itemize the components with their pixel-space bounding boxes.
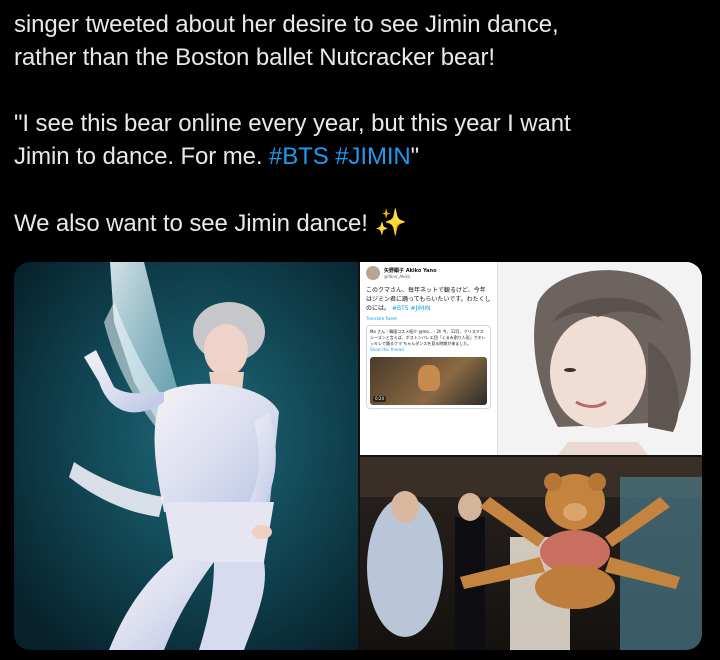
tweet-quote-end: " (410, 143, 420, 170)
screenshot-and-portrait[interactable]: 矢野顕子 Akiko Yano @Yano_Akiko このクマさん、毎年ネット… (360, 262, 702, 455)
embedded-tweet-body: このクマさん、毎年ネットで観るけど、今年はジミン君に踊ってもらいたいです。わたく… (366, 286, 491, 313)
translate-link: Translate Tweet (366, 316, 397, 321)
hashtag-jimin-link[interactable]: #JIMIN (335, 143, 411, 170)
embedded-tweet-header: 矢野顕子 Akiko Yano @Yano_Akiko (366, 266, 491, 280)
tweet-closing-text: We also want to see Jimin dance! (14, 210, 375, 237)
photo-dancer[interactable] (14, 262, 358, 650)
embedded-quote-text: Mo さん｜韓国コスメ紹介 @mo... · 2h 今、12月、クリスマスシーズ… (370, 329, 486, 346)
photo-nutcracker-bear[interactable] (360, 457, 702, 650)
sparkles-icon: ✨ (374, 207, 407, 237)
media-grid: 矢野顕子 Akiko Yano @Yano_Akiko このクマさん、毎年ネット… (14, 262, 702, 650)
tweet-quote-line-1: "I see this bear online every year, but … (14, 110, 571, 137)
embedded-tweet-name: 矢野顕子 Akiko Yano (384, 267, 437, 274)
show-thread-link: Show this thread (370, 347, 404, 352)
hashtag-bts-link[interactable]: #BTS (269, 143, 329, 170)
singer-portrait (498, 262, 702, 455)
tweet-closing-line: We also want to see Jimin dance! ✨ (14, 206, 704, 240)
avatar (366, 266, 380, 280)
tweet-line-2: rather than the Boston ballet Nutcracker… (14, 44, 496, 71)
dancer-image (14, 262, 358, 650)
embedded-tweet-tags: #BTS #JIMIN (391, 305, 431, 312)
embedded-tweet: 矢野顕子 Akiko Yano @Yano_Akiko このクマさん、毎年ネット… (360, 262, 498, 455)
embedded-tweet-handle: @Yano_Akiko (384, 273, 411, 279)
tweet-quote-line-2: Jimin to dance. For me. #BTS #JIMIN" (14, 140, 704, 173)
video-duration: 0:24 (373, 396, 386, 402)
nutcracker-bear-image (360, 457, 702, 650)
embedded-video-thumbnail: 0:24 (370, 357, 487, 405)
embedded-quote: Mo さん｜韓国コスメ紹介 @mo... · 2h 今、12月、クリスマスシーズ… (366, 325, 491, 409)
tweet-quote-text: Jimin to dance. For me. (14, 143, 270, 170)
bear-thumbnail-shape (418, 365, 440, 391)
tweet-line-1: singer tweeted about her desire to see J… (14, 11, 559, 38)
tweet-text: singer tweeted about her desire to see J… (14, 8, 704, 240)
